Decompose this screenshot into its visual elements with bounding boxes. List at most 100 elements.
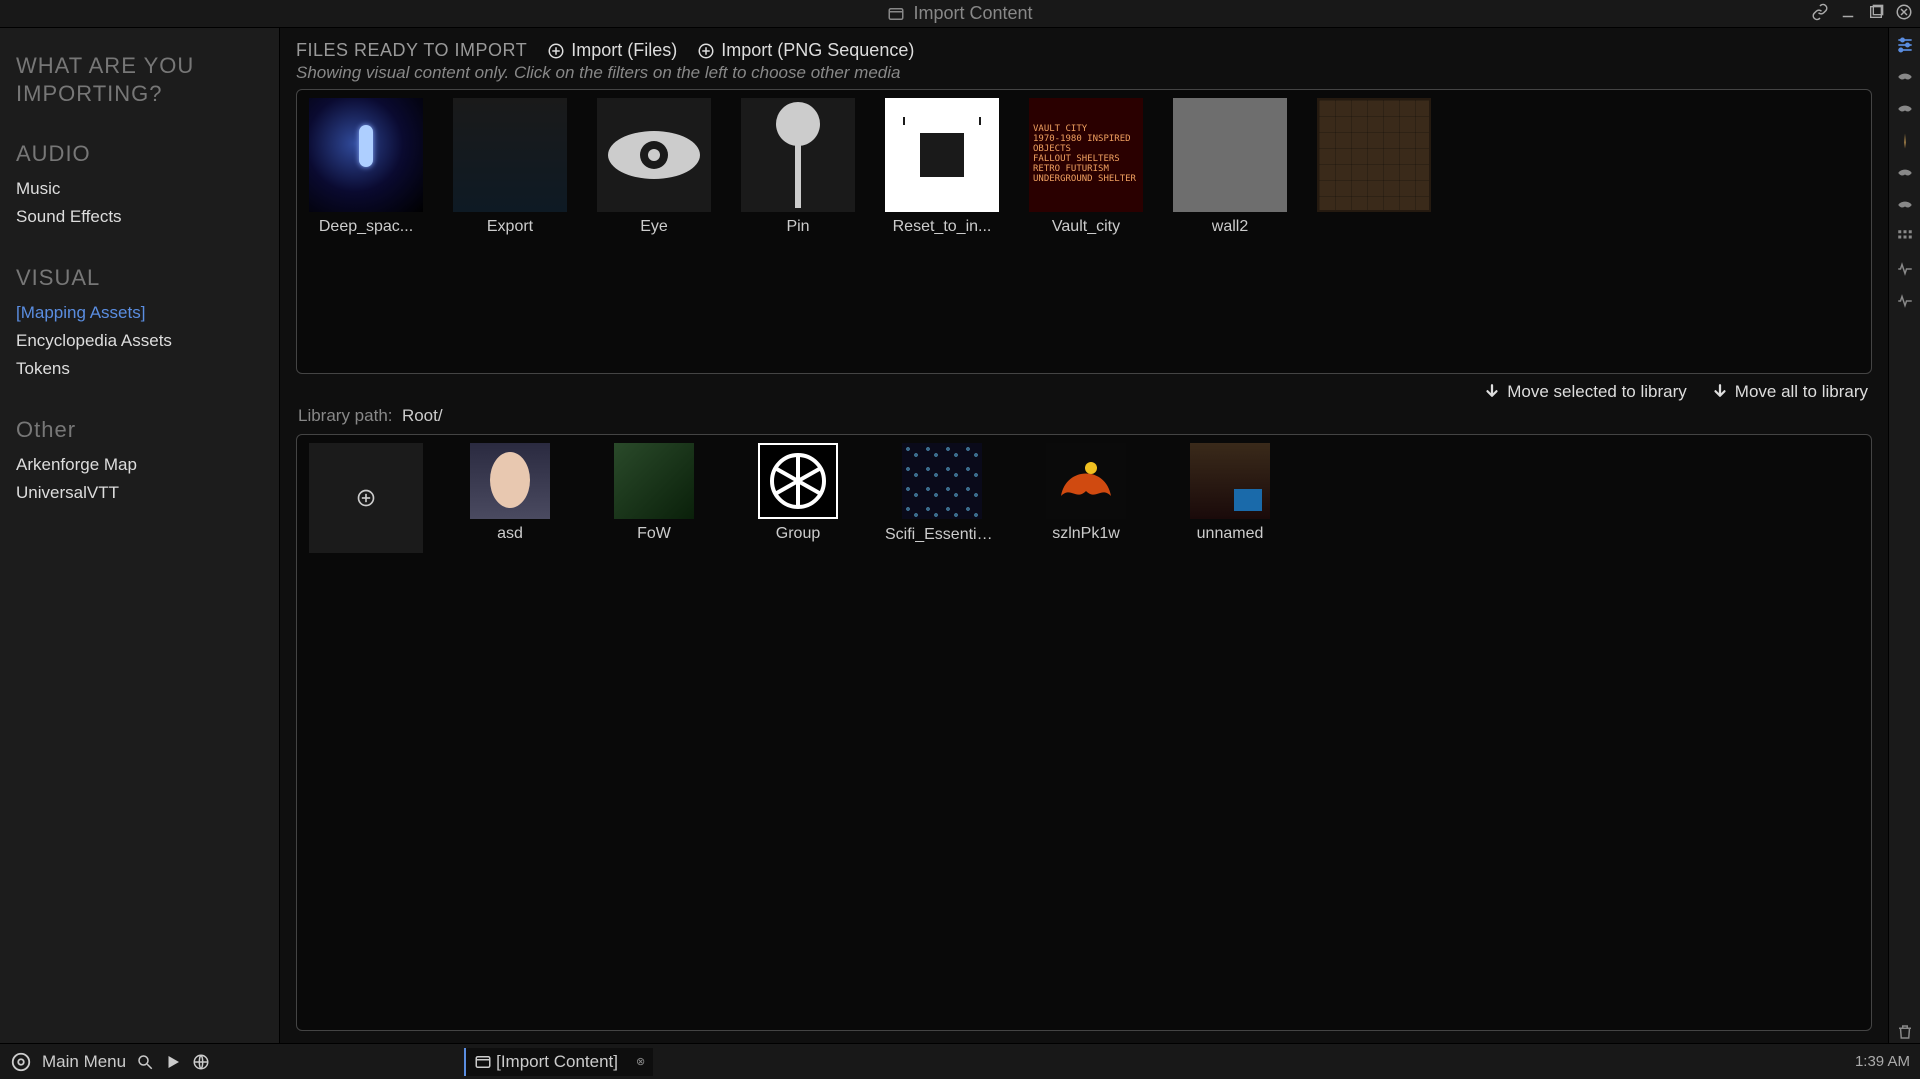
ready-file-tile[interactable]: Export xyxy=(453,98,567,236)
tile-label: asd xyxy=(497,525,523,543)
thumbnail xyxy=(902,443,982,519)
link-icon[interactable] xyxy=(1810,2,1830,22)
thumbnail xyxy=(1190,443,1270,519)
ready-file-tile[interactable]: wall2 xyxy=(1173,98,1287,236)
wave-icon[interactable] xyxy=(1894,290,1916,312)
tab-close-icon[interactable]: ⊗ xyxy=(636,1055,645,1068)
sidebar: WHAT ARE YOU IMPORTING? AUDIO Music Soun… xyxy=(0,28,280,1043)
eye-icon xyxy=(604,125,704,185)
move-selected-button[interactable]: Move selected to library xyxy=(1483,382,1687,402)
window-title: Import Content xyxy=(913,3,1032,24)
thumbnail xyxy=(309,98,423,212)
move-all-button[interactable]: Move all to library xyxy=(1711,382,1868,402)
main-panel: FILES READY TO IMPORT Import (Files) Imp… xyxy=(280,28,1888,1043)
section-title-visual: VISUAL xyxy=(16,265,263,291)
pie-icon xyxy=(768,451,828,511)
thumbnail xyxy=(741,98,855,212)
add-library-folder[interactable] xyxy=(309,443,423,553)
grid-icon[interactable] xyxy=(1894,226,1916,248)
ready-file-tile[interactable]: VAULT CITY1970-1980 INSPIRED OBJECTSFALL… xyxy=(1029,98,1143,236)
import-header: FILES READY TO IMPORT Import (Files) Imp… xyxy=(296,40,1872,61)
ready-file-tile[interactable] xyxy=(1317,98,1431,236)
sidebar-item-music[interactable]: Music xyxy=(16,175,263,203)
wave-icon[interactable] xyxy=(1894,258,1916,280)
tile-label: Pin xyxy=(786,218,809,236)
play-icon[interactable] xyxy=(164,1053,182,1071)
trash-icon[interactable] xyxy=(1894,1021,1916,1043)
import-png-button[interactable]: Import (PNG Sequence) xyxy=(697,40,914,61)
library-panel: asd FoW Group Scifi_Essentials_example_5szl… xyxy=(296,434,1872,1031)
import-png-label: Import (PNG Sequence) xyxy=(721,40,914,61)
taskbar-tab-import-content[interactable]: [Import Content] ⊗ xyxy=(464,1048,653,1076)
arrow-down-icon xyxy=(1711,383,1729,401)
titlebar-controls xyxy=(1810,2,1914,22)
thumbnail xyxy=(597,98,711,212)
dragon-icon[interactable] xyxy=(1894,194,1916,216)
maximize-button[interactable] xyxy=(1866,2,1886,22)
library-path-value[interactable]: Root/ xyxy=(402,406,443,425)
tile-label: Deep_spac... xyxy=(319,218,413,236)
import-files-button[interactable]: Import (Files) xyxy=(547,40,677,61)
window-icon xyxy=(887,5,905,23)
plus-circle-icon xyxy=(356,488,376,508)
sidebar-item-universalvtt[interactable]: UniversalVTT xyxy=(16,479,263,507)
face-icon xyxy=(480,446,540,516)
close-button[interactable] xyxy=(1894,2,1914,22)
ready-file-tile[interactable]: Deep_spac... xyxy=(309,98,423,236)
library-path: Library path: Root/ xyxy=(296,404,1872,428)
minimize-button[interactable] xyxy=(1838,2,1858,22)
ready-file-tile[interactable]: Eye xyxy=(597,98,711,236)
thumbnail xyxy=(885,98,999,212)
library-item-tile[interactable]: Group xyxy=(741,443,855,553)
thumbnail xyxy=(1173,98,1287,212)
filter-hint: Showing visual content only. Click on th… xyxy=(296,63,1872,83)
move-actions: Move selected to library Move all to lib… xyxy=(296,374,1872,404)
dragon-icon[interactable] xyxy=(1894,162,1916,184)
dragon-icon[interactable] xyxy=(1894,98,1916,120)
creature-icon xyxy=(1051,456,1121,506)
thumbnail xyxy=(758,443,838,519)
tile-label: Reset_to_in... xyxy=(893,218,992,236)
tile-label: szlnPk1w xyxy=(1052,525,1120,543)
library-path-label: Library path: xyxy=(298,406,393,425)
clock: 1:39 AM xyxy=(1855,1053,1910,1070)
ready-file-tile[interactable]: Reset_to_in... xyxy=(885,98,999,236)
taskbar-tab-label: [Import Content] xyxy=(496,1052,618,1072)
library-item-tile[interactable]: Scifi_Essentials_example_5 xyxy=(885,443,999,553)
library-item-tile[interactable]: unnamed xyxy=(1173,443,1287,553)
sword-icon[interactable] xyxy=(1894,130,1916,152)
tile-label: Vault_city xyxy=(1052,218,1120,236)
right-toolbar xyxy=(1888,28,1920,1043)
library-item-tile[interactable]: szlnPk1w xyxy=(1029,443,1143,553)
sidebar-item-arkenforge[interactable]: Arkenforge Map xyxy=(16,451,263,479)
main-menu-button[interactable]: Main Menu xyxy=(42,1052,126,1072)
move-selected-label: Move selected to library xyxy=(1507,382,1687,402)
titlebar: Import Content xyxy=(0,0,1920,28)
reset-icon xyxy=(900,113,984,197)
plus-circle-icon xyxy=(547,42,565,60)
sidebar-item-mapping-assets[interactable]: [Mapping Assets] xyxy=(16,299,263,327)
gear-icon[interactable] xyxy=(10,1051,32,1073)
settings-sliders-icon[interactable] xyxy=(1894,34,1916,56)
sidebar-item-encyclopedia-assets[interactable]: Encyclopedia Assets xyxy=(16,327,263,355)
files-ready-label: FILES READY TO IMPORT xyxy=(296,40,527,61)
thumbnail xyxy=(1317,98,1431,212)
sidebar-item-tokens[interactable]: Tokens xyxy=(16,355,263,383)
tile-label: Group xyxy=(776,525,820,543)
library-item-tile[interactable]: FoW xyxy=(597,443,711,553)
move-all-label: Move all to library xyxy=(1735,382,1868,402)
thumbnail: VAULT CITY1970-1980 INSPIRED OBJECTSFALL… xyxy=(1029,98,1143,212)
section-title-other: Other xyxy=(16,417,263,443)
titlebar-center: Import Content xyxy=(887,3,1032,24)
tile-label: Export xyxy=(487,218,533,236)
bottombar: Main Menu [Import Content] ⊗ 1:39 AM xyxy=(0,1043,1920,1079)
sidebar-item-sound-effects[interactable]: Sound Effects xyxy=(16,203,263,231)
ready-file-tile[interactable]: Pin xyxy=(741,98,855,236)
dragon-icon[interactable] xyxy=(1894,66,1916,88)
globe-icon[interactable] xyxy=(192,1053,210,1071)
sidebar-heading: WHAT ARE YOU IMPORTING? xyxy=(16,52,263,107)
search-icon[interactable] xyxy=(136,1053,154,1071)
thumbnail xyxy=(1046,443,1126,519)
library-item-tile[interactable]: asd xyxy=(453,443,567,553)
plus-circle-icon xyxy=(697,42,715,60)
